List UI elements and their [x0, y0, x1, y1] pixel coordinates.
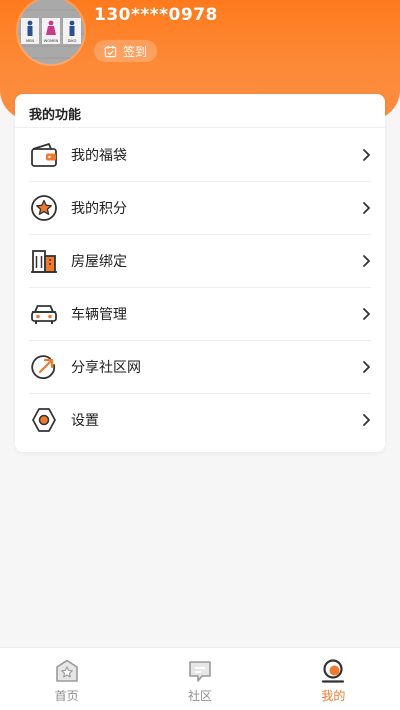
signin-button[interactable]: 签到: [94, 40, 158, 62]
signin-label: 签到: [123, 44, 148, 59]
menu-item-points[interactable]: 我的积分: [29, 181, 371, 234]
car-icon: [29, 299, 59, 329]
building-icon: [29, 246, 59, 276]
nav-item-home[interactable]: 首页: [0, 648, 133, 710]
chevron-right-icon: [363, 413, 370, 426]
wallet-icon: [29, 140, 59, 170]
card-title: 我的功能: [29, 108, 82, 123]
menu-label: 我的积分: [71, 200, 127, 217]
chat-icon: [189, 661, 211, 682]
user-phone: 130****0978: [94, 5, 218, 25]
settings-icon: [29, 405, 59, 435]
svg-text:WOMEN: WOMEN: [44, 39, 59, 43]
chevron-right-icon: [363, 201, 370, 214]
nav-item-mine[interactable]: 我的: [267, 648, 400, 710]
chevron-right-icon: [363, 254, 370, 267]
menu-label: 房屋绑定: [71, 253, 127, 270]
menu-label: 设置: [71, 412, 99, 429]
menu-label: 车辆管理: [71, 306, 127, 323]
nav-item-community[interactable]: 社区: [133, 648, 266, 710]
share-icon: [29, 352, 59, 382]
nav-label: 我的: [321, 689, 346, 703]
svg-text:DIKO: DIKO: [68, 39, 77, 43]
avatar-image: MEN WOMEN DIKO: [18, 0, 84, 64]
menu-item-vehicle-management[interactable]: 车辆管理: [29, 287, 371, 340]
calendar-icon: [104, 45, 117, 57]
menu-item-lucky-bag[interactable]: 我的福袋: [29, 128, 371, 181]
star-badge-icon: [29, 193, 59, 223]
bottom-navigation: 首页 社区 我的: [0, 647, 400, 710]
home-icon: [55, 659, 78, 682]
chevron-right-icon: [363, 360, 370, 373]
chevron-right-icon: [363, 307, 370, 320]
function-menu: 我的福袋 我的积分 房屋绑定 车辆管理 分享社区网 设置: [15, 128, 385, 446]
my-functions-card: 我的功能 我的福袋 我的积分 房屋绑定 车辆管理 分享社区网 设置: [15, 94, 385, 452]
menu-item-share-community[interactable]: 分享社区网: [29, 340, 371, 393]
nav-label: 首页: [54, 689, 79, 703]
nav-label: 社区: [187, 689, 212, 703]
chevron-right-icon: [363, 148, 370, 161]
menu-item-house-binding[interactable]: 房屋绑定: [29, 234, 371, 287]
menu-label: 我的福袋: [71, 147, 127, 164]
menu-item-settings[interactable]: 设置: [29, 393, 371, 446]
profile-icon: [322, 659, 345, 683]
avatar[interactable]: MEN WOMEN DIKO: [18, 0, 84, 64]
menu-label: 分享社区网: [71, 359, 141, 376]
svg-text:MEN: MEN: [26, 39, 34, 43]
